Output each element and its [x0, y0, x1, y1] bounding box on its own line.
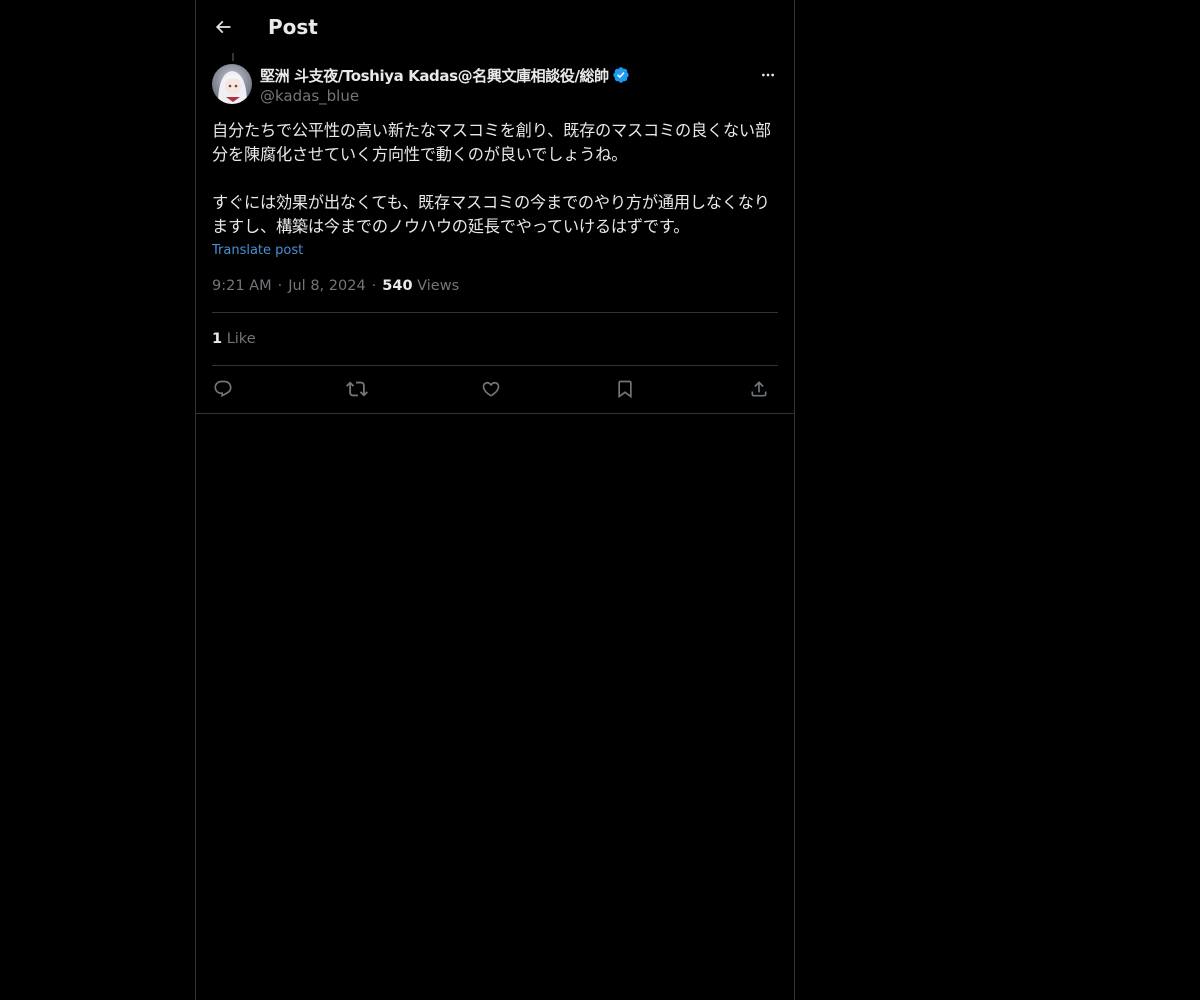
author-handle[interactable]: @kadas_blue: [260, 86, 740, 106]
views-count: 540: [382, 278, 413, 294]
likes-summary[interactable]: 1 Like: [212, 329, 256, 349]
thread-connector-line: [232, 53, 234, 61]
arrow-left-icon: [213, 17, 233, 37]
meta-separator: ·: [371, 278, 377, 294]
post-time[interactable]: 9:21 AM: [212, 278, 272, 294]
divider: [196, 413, 794, 414]
translate-post-link[interactable]: Translate post: [212, 242, 303, 260]
like-button[interactable]: [479, 377, 503, 401]
likes-count: 1: [212, 331, 223, 347]
post-text: 自分たちで公平性の高い新たなマスコミを創り、既存のマスコミの良くない部分を陳腐化…: [212, 121, 771, 236]
heart-icon: [481, 379, 501, 399]
primary-column: Post 堅洲 斗支夜/Toshiya Kadas@名興文庫相談役/総帥 @ka…: [195, 0, 795, 1000]
back-button[interactable]: [208, 12, 238, 42]
reply-icon: [213, 379, 233, 399]
views-label: Views: [417, 278, 460, 294]
page-header: Post: [196, 0, 794, 53]
likes-label: Like: [226, 331, 256, 347]
repost-button[interactable]: [345, 377, 369, 401]
divider: [212, 312, 778, 313]
bookmark-icon: [615, 379, 635, 399]
reply-button[interactable]: [211, 377, 235, 401]
divider: [212, 365, 778, 366]
author-block: 堅洲 斗支夜/Toshiya Kadas@名興文庫相談役/総帥 @kadas_b…: [260, 64, 740, 106]
author-display-name[interactable]: 堅洲 斗支夜/Toshiya Kadas@名興文庫相談役/総帥: [260, 65, 609, 86]
bookmark-button[interactable]: [613, 377, 637, 401]
more-options-button[interactable]: [754, 64, 782, 86]
verified-badge-icon: [612, 66, 630, 84]
repost-icon: [346, 378, 368, 400]
more-dots-icon: [760, 67, 776, 83]
share-button[interactable]: [747, 377, 771, 401]
page-title: Post: [268, 15, 318, 39]
post-meta: 9:21 AM · Jul 8, 2024 · 540 Views: [212, 276, 459, 296]
share-icon: [749, 379, 769, 399]
meta-separator: ·: [277, 278, 283, 294]
action-bar: [212, 377, 778, 401]
post-date[interactable]: Jul 8, 2024: [288, 278, 365, 294]
avatar[interactable]: [212, 64, 252, 104]
